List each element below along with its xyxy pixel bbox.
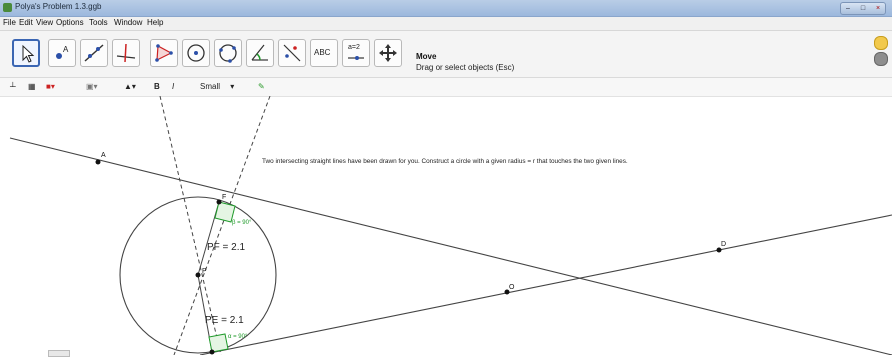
maximize-button[interactable]: □ — [856, 3, 870, 14]
pf-length-label: PF = 2.1 — [207, 242, 246, 253]
menu-edit[interactable]: Edit — [19, 18, 33, 27]
line-tool-button[interactable] — [80, 39, 108, 67]
conic-tool-button[interactable] — [214, 39, 242, 67]
minimize-button[interactable]: – — [841, 3, 855, 14]
menu-options[interactable]: Options — [56, 18, 84, 27]
label-d: D — [721, 241, 726, 248]
font-size-value: Small — [200, 82, 221, 91]
move-view-tool-button[interactable] — [374, 39, 402, 67]
svg-text:A: A — [63, 45, 69, 54]
slider-tool-button[interactable]: a=2 — [342, 39, 370, 67]
point-tool-button[interactable]: A — [48, 39, 76, 67]
point-a[interactable] — [95, 159, 101, 165]
right-angle-f-marker — [214, 201, 236, 223]
axes-toggle-icon[interactable]: ┴ — [10, 81, 24, 93]
undo-icon[interactable] — [874, 36, 888, 50]
reflect-icon — [283, 44, 301, 62]
point-icon: A — [56, 45, 69, 59]
label-p: P — [202, 268, 207, 275]
line-ao[interactable] — [9, 137, 892, 355]
color-picker-icon[interactable]: ■▾ — [46, 81, 64, 93]
conic-icon — [219, 44, 237, 63]
angle-tool-button[interactable] — [246, 39, 274, 67]
point-f[interactable] — [216, 199, 222, 205]
circle-tool-button[interactable] — [182, 39, 210, 67]
circle-icon — [187, 44, 205, 62]
menu-window[interactable]: Window — [114, 18, 142, 27]
restore-view-button[interactable] — [48, 350, 70, 357]
angle-icon — [251, 44, 268, 61]
font-size-select[interactable]: Small ▾ — [200, 81, 248, 93]
close-button[interactable]: × — [871, 3, 885, 14]
italic-button[interactable]: I — [172, 81, 182, 93]
line-od[interactable] — [199, 214, 892, 355]
cursor-icon — [22, 44, 35, 63]
slider-icon — [348, 56, 364, 60]
text-tool-button[interactable]: ABC — [310, 39, 338, 67]
instruction-text: Two intersecting straight lines have bee… — [262, 158, 628, 165]
help-icon[interactable] — [874, 52, 888, 66]
menu-bar: File Edit View Options Tools Window Help — [0, 17, 892, 31]
move-tool-button[interactable] — [12, 39, 40, 67]
active-tool-description: Drag or select objects (Esc) — [416, 63, 515, 72]
angle-f-label: β = 90° — [232, 220, 252, 226]
chevron-down-icon: ▾ — [230, 82, 235, 91]
point-e[interactable] — [209, 349, 215, 355]
text-tool-label: ABC — [314, 48, 331, 57]
label-a: A — [101, 152, 106, 159]
line-icon — [84, 44, 104, 62]
title-bar: Polya's Problem 1.3.ggb – □ × — [0, 0, 892, 17]
label-o: O — [509, 284, 515, 291]
right-angle-e-marker — [208, 333, 229, 353]
point-d[interactable] — [716, 247, 722, 253]
menu-help[interactable]: Help — [147, 18, 163, 27]
style-bar: ┴ ▦ ■▾ ▣▾ ▲▾ B I Small ▾ ✎ — [0, 78, 892, 97]
label-f: F — [222, 194, 226, 201]
point-style-icon[interactable]: ▣▾ — [86, 81, 104, 93]
window-controls: – □ × — [840, 2, 886, 15]
menu-view[interactable]: View — [36, 18, 53, 27]
angle-e-label: α = 90° — [228, 334, 248, 340]
window-title: Polya's Problem 1.3.ggb — [15, 2, 102, 11]
text-color-icon[interactable]: ▲▾ — [124, 81, 142, 93]
reflect-tool-button[interactable] — [278, 39, 306, 67]
point-p[interactable] — [195, 272, 201, 278]
triangle-icon — [155, 44, 173, 62]
active-tool-name: Move — [416, 52, 437, 61]
polygon-tool-button[interactable] — [150, 39, 178, 67]
graphics-view[interactable]: β = 90° α = 90° A O D P F PF = 2.1 PE = … — [0, 96, 892, 355]
menu-tools[interactable]: Tools — [89, 18, 108, 27]
pin-icon[interactable]: ✎ — [258, 81, 268, 93]
app-icon — [3, 3, 12, 12]
menu-file[interactable]: File — [3, 18, 16, 27]
move-graphics-view-icon — [379, 44, 397, 62]
pe-length-label: PE = 2.1 — [205, 315, 244, 326]
perpendicular-tool-button[interactable] — [112, 39, 140, 67]
perpendicular-icon — [116, 43, 136, 63]
grid-toggle-icon[interactable]: ▦ — [28, 81, 42, 93]
bold-button[interactable]: B — [154, 81, 164, 93]
